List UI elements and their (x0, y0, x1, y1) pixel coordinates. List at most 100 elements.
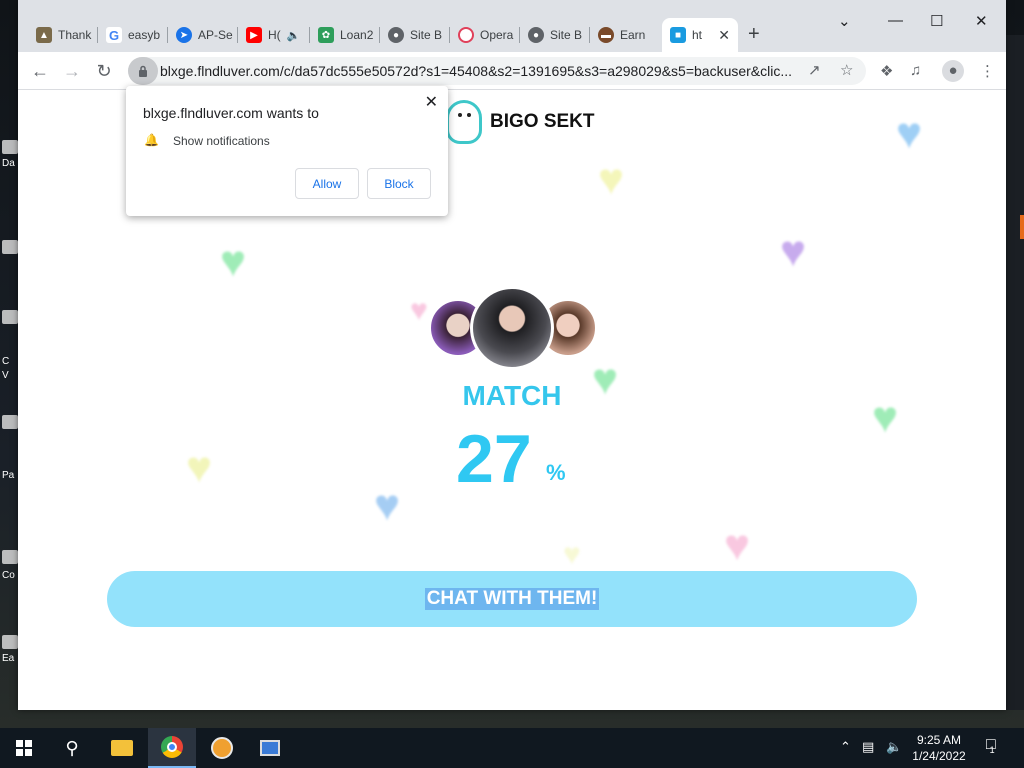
coin-icon: ▬ (598, 27, 614, 43)
percent-sign: % (546, 460, 566, 485)
url-text[interactable]: blxge.flndluver.com/c/da57dc555e50572d?s… (160, 63, 800, 79)
prompt-title: blxge.flndluver.com wants to (143, 105, 319, 121)
permission-text: Show notifications (173, 134, 270, 148)
tab-youtube[interactable]: ▶ H(🔈 (238, 18, 310, 52)
globe-icon: ● (528, 27, 544, 43)
network-icon[interactable]: ▤ (862, 739, 874, 755)
close-prompt-icon[interactable]: ✕ (425, 92, 438, 112)
match-label: MATCH (462, 380, 562, 411)
desktop-icon[interactable] (2, 550, 18, 564)
desktop-icon-label: Da (2, 158, 15, 169)
app-taskbar-icon[interactable] (198, 728, 246, 768)
opera-icon (458, 27, 474, 43)
avatar (470, 286, 554, 370)
bell-icon: 🔔 (144, 133, 159, 147)
tab-label: Opera (480, 28, 514, 42)
desktop-icons: Da C V Pa Co Ea (0, 90, 18, 710)
tab-label: Site B (410, 28, 443, 42)
tab-loan2[interactable]: ✿ Loan2 (310, 18, 380, 52)
background-window-edge (1006, 35, 1024, 710)
chrome-taskbar-icon[interactable] (148, 728, 196, 768)
tab-label: Thank (58, 28, 92, 42)
notification-count: 1 (989, 745, 995, 755)
profile-avatars (428, 286, 598, 370)
taskbar: ⚲ ⌃ ▤ 🔈 9:25 AM 1/24/2022 □1 (0, 728, 1024, 768)
tab-search-icon[interactable]: ⌄ (838, 12, 851, 30)
heart-decoration: ♥ (220, 237, 247, 286)
desktop-icon-label: Co (2, 570, 15, 581)
minimize-button[interactable]: — (888, 12, 903, 29)
tab-label: Loan2 (340, 28, 374, 42)
tab-active[interactable]: ■ ht ✕ (662, 18, 738, 52)
block-button[interactable]: Block (367, 168, 431, 199)
google-icon: G (106, 27, 122, 43)
notification-permission-prompt: blxge.flndluver.com wants to ✕ 🔔 Show no… (126, 86, 448, 216)
heart-decoration: ♥ (563, 538, 581, 571)
desktop-icon-label: C (2, 356, 10, 367)
tab-opera[interactable]: Opera (450, 18, 520, 52)
browser-toolbar: ← → ↻ blxge.flndluver.com/c/da57dc555e50… (18, 52, 1006, 90)
media-control-icon[interactable]: ♫ (910, 62, 921, 79)
tab-label: easyb (128, 28, 161, 42)
desktop-icon[interactable] (2, 140, 18, 154)
tab-label: Earn (620, 28, 646, 42)
chevron-up-icon[interactable]: ⌃ (840, 739, 851, 755)
browser-window: ▲ Thank Geasyb ➤ AP-Se ▶ H(🔈 ✿ Loan2 ● Site B… (18, 0, 1006, 710)
brand-logo-icon (446, 100, 482, 144)
brand-name: BIGO SEKT (490, 111, 595, 132)
background-window-accent (1020, 215, 1024, 239)
clock-time: 9:25 AM (916, 733, 962, 747)
tab-site-b-1[interactable]: ● Site B (380, 18, 450, 52)
forward-button[interactable]: → (60, 59, 84, 83)
address-bar[interactable]: blxge.flndluver.com/c/da57dc555e50572d?s… (128, 57, 866, 85)
audio-icon[interactable]: 🔈 (287, 29, 301, 42)
ap-icon: ➤ (176, 27, 192, 43)
system-clock[interactable]: 9:25 AM 1/24/2022 (905, 732, 973, 764)
computer-taskbar-icon[interactable] (246, 728, 294, 768)
allow-button[interactable]: Allow (295, 168, 359, 199)
desktop-icon[interactable] (2, 310, 18, 324)
close-window-button[interactable]: ✕ (975, 12, 988, 30)
brand-header: BIGO SEKT (446, 100, 595, 144)
tab-thank[interactable]: ▲ Thank (28, 18, 98, 52)
match-percent-value: 27 (456, 421, 532, 497)
globe-icon: ● (388, 27, 404, 43)
bookmark-star-icon[interactable]: ☆ (840, 61, 853, 79)
lock-icon[interactable] (128, 57, 158, 85)
desktop-icon-label: Pa (2, 470, 15, 481)
tab-easyb[interactable]: Geasyb (98, 18, 168, 52)
heart-decoration: ♥ (598, 155, 625, 204)
palm-icon: ✿ (318, 27, 334, 43)
start-button[interactable] (0, 728, 48, 768)
reload-button[interactable]: ↻ (92, 59, 116, 83)
desktop-icon[interactable] (2, 635, 18, 649)
search-icon[interactable]: ⚲ (48, 728, 96, 768)
volume-muted-icon[interactable]: 🔈 (886, 739, 902, 755)
tab-ap-se[interactable]: ➤ AP-Se (168, 18, 238, 52)
maximize-button[interactable]: ☐ (930, 12, 943, 30)
tab-label: AP-Se (198, 28, 233, 42)
new-tab-button[interactable]: + (748, 23, 760, 46)
clock-date: 1/24/2022 (912, 749, 966, 763)
extensions-icon[interactable]: ❖ (880, 62, 893, 80)
back-button[interactable]: ← (28, 59, 52, 83)
close-tab-icon[interactable]: ✕ (718, 27, 730, 44)
heart-decoration: ♥ (410, 294, 428, 327)
tab-label: ht (692, 28, 703, 42)
desktop-icon[interactable] (2, 240, 18, 254)
chat-with-them-button[interactable]: CHAT WITH THEM! (107, 571, 917, 627)
tab-label: Site B (550, 28, 583, 42)
share-icon[interactable]: ↗ (808, 61, 821, 79)
heart-decoration: ♥ (724, 521, 751, 570)
notification-center-icon[interactable]: □1 (986, 736, 1001, 755)
profile-icon[interactable]: ● (942, 60, 964, 82)
tab-earn[interactable]: ▬ Earn (590, 18, 660, 52)
tab-site-b-2[interactable]: ● Site B (520, 18, 590, 52)
menu-icon[interactable]: ⋮ (980, 62, 995, 80)
file-explorer-icon[interactable] (98, 728, 146, 768)
heart-decoration: ♥ (780, 227, 807, 276)
desktop-icon-label: Ea (2, 653, 15, 664)
desktop-icon[interactable] (2, 415, 18, 429)
desktop-icon-label: V (2, 370, 9, 381)
heart-decoration: ♥ (374, 481, 401, 530)
